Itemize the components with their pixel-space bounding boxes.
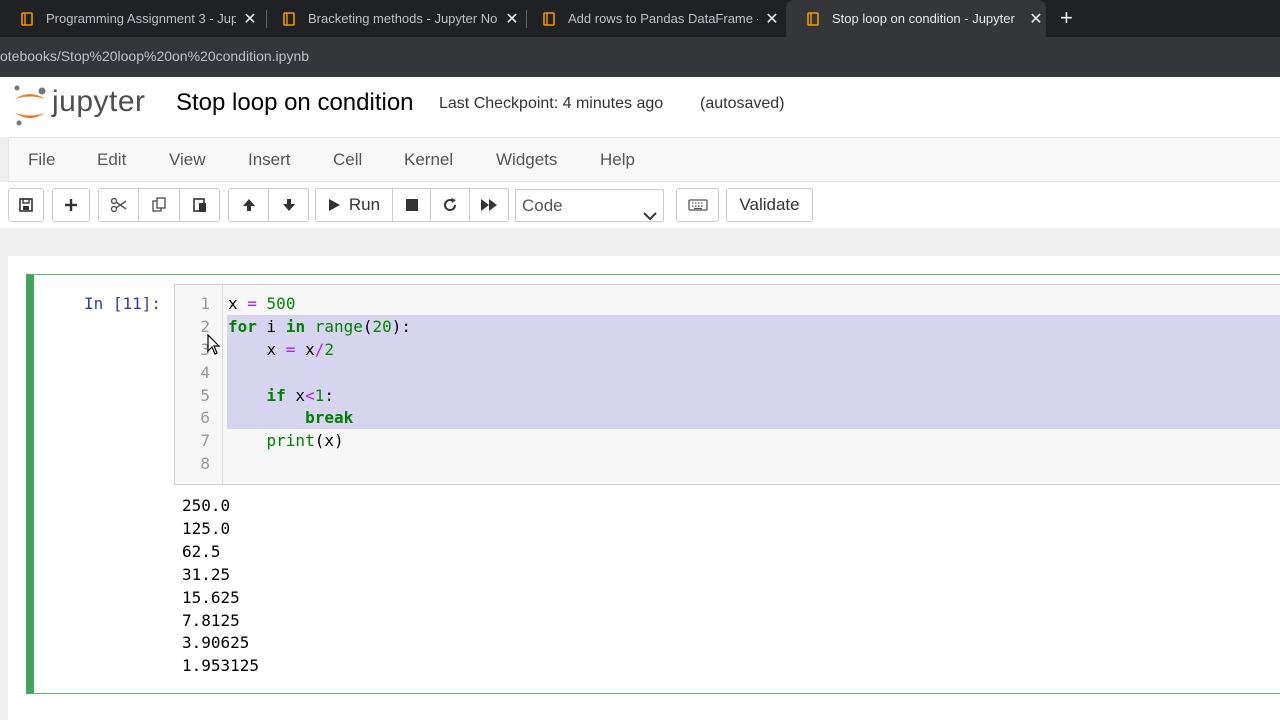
address-bar[interactable]: otebooks/Stop%20loop%20on%20condition.ip… bbox=[0, 37, 1280, 77]
plus-icon bbox=[63, 197, 79, 213]
stop-icon bbox=[405, 198, 419, 212]
browser-tab-stop-loop[interactable]: Stop loop on condition - Jupyter ✕ bbox=[786, 0, 1046, 37]
code-line[interactable]: print(x) bbox=[228, 431, 344, 450]
save-button[interactable] bbox=[8, 188, 44, 222]
close-icon[interactable]: ✕ bbox=[764, 9, 780, 29]
copy-button[interactable] bbox=[138, 188, 180, 222]
notebook-favicon-icon bbox=[282, 11, 296, 26]
line-number: 8 bbox=[200, 454, 210, 473]
run-label: Run bbox=[348, 195, 381, 214]
move-up-button[interactable] bbox=[228, 188, 269, 222]
menubar: File Edit View Insert Cell Kernel Widget… bbox=[8, 137, 1280, 182]
run-button[interactable]: Run bbox=[315, 188, 393, 222]
paste-icon bbox=[192, 197, 208, 213]
restart-run-all-button[interactable] bbox=[469, 188, 509, 222]
code-line[interactable]: x = 500 bbox=[228, 294, 295, 313]
interrupt-button[interactable] bbox=[392, 188, 431, 222]
menu-widgets[interactable]: Widgets bbox=[496, 150, 557, 170]
play-icon bbox=[328, 198, 341, 212]
output-line: 125.0 bbox=[182, 519, 231, 538]
line-number: 3 bbox=[200, 340, 210, 359]
output-line: 3.90625 bbox=[182, 633, 250, 652]
move-down-button[interactable] bbox=[268, 188, 309, 222]
output-line: 250.0 bbox=[182, 496, 231, 515]
copy-icon bbox=[151, 197, 167, 213]
close-icon[interactable]: ✕ bbox=[242, 9, 258, 29]
browser-tab-strip: Programming Assignment 3 - Jup ✕ Bracket… bbox=[0, 0, 1280, 37]
keyboard-icon bbox=[687, 198, 708, 212]
jupyter-logo-icon[interactable] bbox=[12, 83, 48, 127]
tab-title: Stop loop on condition - Jupyter bbox=[832, 11, 1015, 26]
arrow-up-icon bbox=[241, 197, 257, 213]
restart-icon bbox=[442, 197, 458, 213]
validate-label: Validate bbox=[739, 195, 800, 214]
input-prompt: In [11]: bbox=[84, 294, 162, 313]
line-number: 1 bbox=[200, 294, 210, 313]
menu-help[interactable]: Help bbox=[600, 150, 635, 170]
jupyter-header: jupyter Stop loop on condition Last Chec… bbox=[0, 77, 1280, 137]
line-number: 7 bbox=[200, 431, 210, 450]
cell-type-select[interactable]: Code bbox=[515, 189, 664, 222]
last-checkpoint: Last Checkpoint: 4 minutes ago bbox=[439, 95, 664, 112]
menu-edit[interactable]: Edit bbox=[97, 150, 126, 170]
autosave-status: (autosaved) bbox=[700, 95, 785, 112]
code-line[interactable]: x = x/2 bbox=[228, 340, 334, 359]
notebook-favicon-icon bbox=[542, 11, 556, 26]
fast-forward-icon bbox=[480, 198, 498, 212]
output-line: 31.25 bbox=[182, 565, 231, 584]
arrow-down-icon bbox=[281, 197, 297, 213]
notebook-title[interactable]: Stop loop on condition bbox=[176, 89, 414, 117]
close-icon[interactable]: ✕ bbox=[504, 9, 520, 29]
output-line: 62.5 bbox=[182, 542, 221, 561]
browser-tab-programming-assignment[interactable]: Programming Assignment 3 - Jup ✕ bbox=[0, 0, 262, 37]
line-number: 6 bbox=[200, 408, 210, 427]
line-number: 4 bbox=[200, 363, 210, 382]
restart-button[interactable] bbox=[430, 188, 470, 222]
chevron-down-icon bbox=[643, 200, 657, 231]
menu-kernel[interactable]: Kernel bbox=[404, 150, 453, 170]
command-palette-button[interactable] bbox=[676, 188, 719, 222]
save-icon bbox=[18, 197, 34, 213]
menu-view[interactable]: View bbox=[169, 150, 206, 170]
output-line: 7.8125 bbox=[182, 611, 240, 630]
code-line[interactable]: for i in range(20): bbox=[228, 317, 411, 336]
menu-cell[interactable]: Cell bbox=[333, 150, 362, 170]
cell-type-value: Code bbox=[522, 196, 563, 215]
paste-button[interactable] bbox=[179, 188, 220, 222]
cut-button[interactable] bbox=[98, 188, 139, 222]
url-text[interactable]: otebooks/Stop%20loop%20on%20condition.ip… bbox=[0, 48, 309, 64]
insert-cell-button[interactable] bbox=[52, 188, 90, 222]
scissors-icon bbox=[110, 197, 128, 213]
line-number: 2 bbox=[200, 317, 210, 336]
browser-tab-add-rows[interactable]: Add rows to Pandas DataFrame - ✕ bbox=[522, 0, 784, 37]
mouse-cursor-icon bbox=[207, 333, 221, 361]
tab-title: Add rows to Pandas DataFrame - bbox=[568, 11, 758, 26]
close-icon[interactable]: ✕ bbox=[1028, 9, 1044, 29]
notebook-favicon-icon bbox=[20, 11, 34, 26]
new-tab-button[interactable]: + bbox=[1060, 5, 1073, 31]
tab-title: Programming Assignment 3 - Jup bbox=[46, 11, 236, 26]
menu-file[interactable]: File bbox=[28, 150, 55, 170]
browser-tab-bracketing-methods[interactable]: Bracketing methods - Jupyter No ✕ bbox=[262, 0, 524, 37]
output-line: 15.625 bbox=[182, 588, 240, 607]
code-line[interactable]: if x<1: bbox=[228, 386, 334, 405]
tab-title: Bracketing methods - Jupyter No bbox=[308, 11, 498, 26]
validate-button[interactable]: Validate bbox=[726, 188, 813, 222]
line-number: 5 bbox=[200, 386, 210, 405]
menu-insert[interactable]: Insert bbox=[248, 150, 291, 170]
jupyter-logo-text[interactable]: jupyter bbox=[52, 85, 146, 119]
code-line[interactable]: break bbox=[228, 408, 353, 427]
notebook-favicon-icon bbox=[806, 11, 820, 26]
output-line: 1.953125 bbox=[182, 656, 260, 675]
